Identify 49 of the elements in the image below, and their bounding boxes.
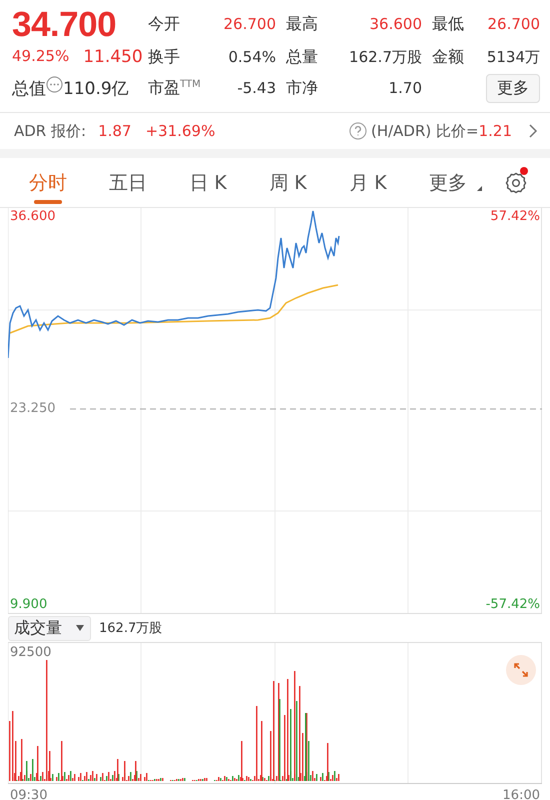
stat-value: 110.9亿 (63, 78, 129, 100)
volume-total: 162.7万股 (99, 620, 162, 637)
axis-label: 36.600 (10, 209, 56, 224)
period-tab[interactable]: 分时 (8, 158, 88, 207)
stat-value: 162.7万股 (348, 48, 422, 66)
current-price: 34.700 (12, 6, 118, 42)
stat-value: 5134万 (486, 48, 540, 66)
period-tab[interactable]: 五日 (88, 158, 168, 207)
help-icon (348, 122, 367, 140)
period-tab[interactable]: 日 K (168, 158, 248, 207)
stat-label: 市净 (286, 77, 319, 99)
stat-value: 26.700 (486, 15, 540, 33)
axis-label: 9.900 (10, 597, 48, 612)
caret-icon (477, 186, 482, 191)
more-info-icon (46, 76, 63, 92)
change-percent: 49.25% (12, 47, 70, 67)
axis-label: -57.42% (486, 597, 540, 612)
stat-value: 36.600 (368, 15, 422, 33)
more-button[interactable]: 更多 (486, 74, 540, 102)
stat-value: -5.43 (236, 79, 276, 97)
expand-button[interactable] (506, 655, 536, 685)
stat-label: 市盈$^{TTM}$ (148, 77, 200, 99)
settings-icon[interactable] (504, 170, 528, 194)
stat-label: 今开 (148, 13, 181, 35)
time-label: 16:00 (502, 788, 540, 800)
axis-label: 57.42% (490, 209, 540, 224)
period-tab[interactable]: 更多 (408, 158, 488, 207)
price-ratio: (H/ADR) 比价=1.21 (370, 122, 512, 140)
axis-label: 92500 (10, 645, 52, 660)
adr-price: 1.87 (98, 122, 132, 140)
indicator-dropdown[interactable]: 成交量 (8, 616, 91, 640)
adr-change: +31.69% (145, 122, 216, 140)
stat-label: 换手 (148, 46, 181, 68)
change-amount: 11.450 (83, 47, 143, 67)
stat-label: 最高 (286, 13, 319, 35)
stat-label: 最低 (432, 13, 465, 35)
stat-label: 总量 (286, 46, 319, 68)
adr-label: ADR 报价: (14, 122, 86, 140)
stat-label: 总值 (12, 78, 46, 100)
stat-label: 金额 (432, 46, 465, 68)
stat-value: 0.54% (227, 48, 276, 66)
period-tab[interactable]: 周 K (248, 158, 328, 207)
dropdown-arrow-icon (76, 625, 84, 631)
expand-icon (513, 662, 529, 678)
chevron-right-icon (528, 124, 538, 138)
period-tab[interactable]: 月 K (328, 158, 408, 207)
stat-value: 26.700 (222, 15, 276, 33)
time-label: 09:30 (10, 788, 48, 800)
stat-value: 1.70 (388, 79, 422, 97)
